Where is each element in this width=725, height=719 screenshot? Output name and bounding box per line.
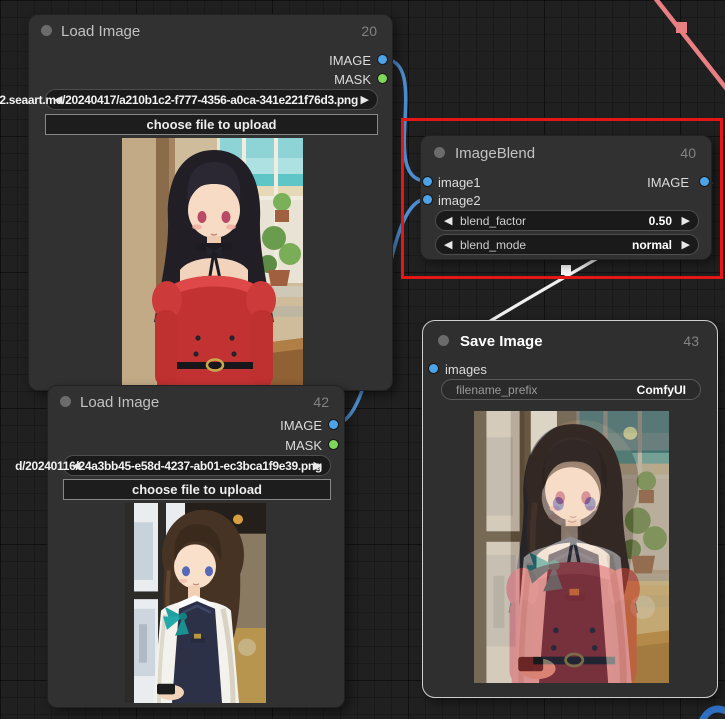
save-image-43-preview	[474, 411, 669, 683]
prev-value-arrow-icon[interactable]: ◀	[54, 93, 62, 107]
node-header[interactable]: Load Image 20	[29, 15, 392, 47]
link-pink-offscreen	[652, 0, 725, 92]
input-port-images[interactable]	[429, 364, 438, 373]
input-label-image2: image2	[438, 193, 481, 208]
node-id-badge: 42	[313, 394, 329, 410]
widget-value: 0.50	[649, 214, 672, 228]
node-header[interactable]: ImageBlend 40	[421, 136, 711, 168]
widget-label: filename_prefix	[456, 383, 537, 397]
choose-file-button[interactable]: choose file to upload	[45, 114, 378, 135]
prev-option-arrow-icon[interactable]: ◀	[444, 238, 452, 252]
prev-value-arrow-icon[interactable]: ◀	[72, 459, 80, 473]
next-option-arrow-icon[interactable]: ▶	[682, 238, 690, 252]
node-id-badge: 40	[680, 145, 696, 161]
link-pink-dot	[676, 22, 687, 33]
node-title: Load Image	[80, 394, 159, 411]
collapse-dot-icon[interactable]	[41, 25, 52, 36]
blend-factor-widget[interactable]: ◀ blend_factor 0.50 ▶	[435, 210, 699, 231]
output-label-image: IMAGE	[329, 53, 371, 68]
input-port-image1[interactable]	[423, 177, 432, 186]
output-port-image[interactable]	[700, 177, 709, 186]
output-port-mask[interactable]	[378, 74, 387, 83]
widget-label: blend_factor	[460, 214, 526, 228]
output-port-mask[interactable]	[329, 440, 338, 449]
decrement-arrow-icon[interactable]: ◀	[444, 214, 452, 228]
node-id-badge: 20	[361, 23, 377, 39]
next-value-arrow-icon[interactable]: ▶	[361, 93, 369, 107]
node-image-blend-40[interactable]: ImageBlend 40 image1 image2 IMAGE ◀ blen…	[420, 135, 712, 260]
node-header[interactable]: Load Image 42	[48, 386, 344, 418]
image-file-path: d/20240116/24a3bb45-e58d-4237-ab01-ec3bc…	[15, 459, 322, 473]
output-port-image[interactable]	[378, 55, 387, 64]
input-label-image1: image1	[438, 175, 481, 190]
collapse-dot-icon[interactable]	[434, 147, 445, 158]
link-blue-corner	[702, 709, 725, 719]
next-value-arrow-icon[interactable]: ▶	[314, 459, 322, 473]
image-file-widget[interactable]: d/20240116/24a3bb45-e58d-4237-ab01-ec3bc…	[63, 455, 331, 476]
output-label-mask: MASK	[334, 72, 371, 87]
collapse-dot-icon[interactable]	[60, 396, 71, 407]
node-load-image-20[interactable]: Load Image 20 IMAGE MASK 2.seaart.me/202…	[28, 14, 393, 391]
load-image-20-preview	[122, 138, 303, 386]
node-title: Save Image	[460, 333, 543, 350]
image-file-widget[interactable]: 2.seaart.me/20240417/a210b1c2-f777-4356-…	[45, 89, 378, 110]
output-label-image: IMAGE	[280, 418, 322, 433]
widget-value: ComfyUI	[637, 383, 686, 397]
node-header[interactable]: Save Image 43	[423, 321, 717, 353]
output-label-mask: MASK	[285, 438, 322, 453]
blend-mode-widget[interactable]: ◀ blend_mode normal ▶	[435, 234, 699, 255]
output-label-image: IMAGE	[647, 175, 689, 190]
input-port-image2[interactable]	[423, 195, 432, 204]
widget-value: normal	[632, 238, 672, 252]
widget-label: blend_mode	[460, 238, 526, 252]
increment-arrow-icon[interactable]: ▶	[682, 214, 690, 228]
node-title: Load Image	[61, 23, 140, 40]
choose-file-button[interactable]: choose file to upload	[63, 479, 331, 500]
load-image-42-preview	[125, 503, 266, 703]
node-id-badge: 43	[683, 333, 699, 349]
node-load-image-42[interactable]: Load Image 42 IMAGE MASK d/20240116/24a3…	[47, 385, 345, 708]
node-save-image-43[interactable]: Save Image 43 images filename_prefix Com…	[422, 320, 718, 698]
collapse-dot-icon[interactable]	[438, 335, 449, 346]
node-title: ImageBlend	[455, 145, 535, 162]
link-midpoint-dot	[561, 265, 571, 275]
output-port-image[interactable]	[329, 420, 338, 429]
input-label-images: images	[445, 362, 487, 377]
filename-prefix-widget[interactable]: filename_prefix ComfyUI	[441, 379, 701, 400]
